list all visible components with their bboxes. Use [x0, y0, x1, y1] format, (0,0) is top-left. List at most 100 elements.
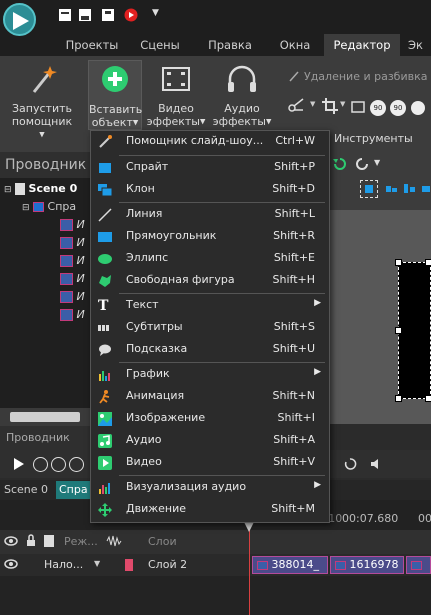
resize-handle[interactable] — [395, 327, 402, 334]
explorer-bottom-tab[interactable]: Проводник пр... — [0, 426, 90, 468]
tab-edit[interactable]: Правка — [198, 34, 262, 56]
menu-item-animation[interactable]: Анимация Shift+N — [91, 386, 329, 408]
scissors-icon[interactable] — [288, 98, 304, 112]
eye-icon[interactable] — [4, 558, 18, 570]
rotate-90-right-button[interactable]: 90 — [390, 100, 406, 116]
undo-icon[interactable] — [332, 156, 348, 172]
redo-dropdown-icon[interactable]: ▼ — [374, 158, 380, 167]
menu-item-slideshow-wizard[interactable]: Помощник слайд-шоу... Ctrl+W — [91, 131, 329, 153]
redo-icon[interactable] — [354, 156, 370, 172]
timeline-scene-tab[interactable]: Scene 0 — [4, 483, 48, 496]
menu-item-sprite[interactable]: Спрайт Shift+P — [91, 157, 329, 179]
markers-icon[interactable] — [69, 457, 84, 472]
menu-item-tooltip[interactable]: Подсказка Shift+U — [91, 339, 329, 361]
menu-item-audio[interactable]: Аудио Shift+A — [91, 430, 329, 452]
tree-row-image[interactable]: И — [60, 252, 85, 270]
app-logo-icon[interactable] — [3, 3, 36, 36]
headphones-icon — [220, 62, 264, 98]
submenu-arrow-icon: ▶ — [314, 480, 321, 490]
align-right-icon[interactable] — [422, 184, 431, 194]
tools-group-label: Инструменты — [334, 132, 413, 145]
rotate-90-left-button[interactable]: 90 — [370, 100, 386, 116]
quick-access-dropdown-icon[interactable]: ▼ — [152, 8, 159, 18]
video-effects-button[interactable]: Видео эффекты▼ — [144, 62, 208, 129]
menu-item-image[interactable]: Изображение Shift+I — [91, 408, 329, 430]
export-icon[interactable] — [101, 8, 115, 22]
scissors-dropdown-icon[interactable]: ▼ — [310, 100, 315, 108]
tree-row-image[interactable]: И — [60, 288, 85, 306]
explorer-tree[interactable]: ⊟ Scene 0 ⊟ Спра И И И И И И — [0, 178, 90, 408]
resize-handle[interactable] — [425, 259, 431, 266]
menu-item-ellipse[interactable]: Эллипс Shift+E — [91, 248, 329, 270]
menu-item-freeform[interactable]: Свободная фигура Shift+H — [91, 270, 329, 292]
flip-icon[interactable] — [410, 100, 426, 116]
menu-item-clone[interactable]: Клон Shift+D — [91, 179, 329, 201]
resize-handle[interactable] — [395, 259, 402, 266]
menu-item-audio-visualization[interactable]: Визуализация аудио ▶ — [91, 477, 329, 499]
volume-icon[interactable] — [370, 458, 384, 470]
collapse-icon[interactable]: ⊟ — [4, 185, 12, 195]
tree-row-scene[interactable]: ⊟ Scene 0 — [4, 180, 77, 198]
tree-row-image[interactable]: И — [60, 216, 85, 234]
animation-icon — [98, 390, 112, 404]
remove-icon[interactable] — [51, 457, 66, 472]
select-icon[interactable] — [360, 180, 378, 198]
save-icon[interactable] — [78, 8, 92, 22]
scene-canvas[interactable] — [320, 210, 431, 424]
layer-color-swatch[interactable] — [125, 559, 133, 571]
crop-dropdown-icon[interactable]: ▼ — [340, 100, 345, 108]
layers-header: Слои — [148, 535, 177, 548]
tree-row-sprite[interactable]: ⊟ Спра — [22, 198, 76, 216]
timeline-clip[interactable]: 388014_ — [252, 556, 328, 574]
tree-row-image[interactable]: И — [60, 306, 85, 324]
align-left-icon[interactable] — [386, 184, 398, 194]
layer-color-icon[interactable] — [44, 535, 54, 547]
add-icon[interactable] — [33, 457, 48, 472]
menu-item-line[interactable]: Линия Shift+L — [91, 204, 329, 226]
tree-row-image[interactable]: И — [60, 234, 85, 252]
menu-item-text[interactable]: T Текст ▶ — [91, 295, 329, 317]
collapse-icon[interactable]: ⊟ — [22, 203, 30, 213]
menu-item-motion[interactable]: Движение Shift+M — [91, 499, 329, 521]
selected-object-preview[interactable] — [395, 259, 431, 402]
play-icon[interactable] — [13, 458, 25, 470]
resize-handle[interactable] — [395, 395, 402, 402]
new-project-icon[interactable] — [58, 8, 72, 22]
lock-icon[interactable] — [26, 534, 36, 547]
timeline-empty-area[interactable] — [0, 576, 431, 615]
loop-icon[interactable] — [343, 457, 357, 471]
tab-editor[interactable]: Редактор — [324, 34, 400, 56]
menu-item-video[interactable]: Видео Shift+V — [91, 452, 329, 474]
menu-item-rectangle[interactable]: Прямоугольник Shift+R — [91, 226, 329, 248]
rotate-left-icon[interactable] — [350, 98, 366, 114]
timeline-clip[interactable]: 1616978 — [330, 556, 404, 574]
freeform-icon — [98, 274, 112, 288]
align-center-icon[interactable] — [404, 184, 416, 194]
blend-mode-dropdown-icon[interactable]: ▼ — [94, 559, 100, 568]
delete-split-button[interactable]: Удаление и разбивка — [304, 70, 427, 83]
submenu-arrow-icon: ▶ — [314, 367, 321, 377]
tab-scenes[interactable]: Сцены — [130, 34, 190, 56]
explorer-horizontal-scrollbar[interactable] — [0, 408, 90, 426]
video-icon — [98, 456, 112, 470]
tree-row-image[interactable]: И — [60, 270, 85, 288]
insert-object-button[interactable]: Вставить объект▼ — [88, 60, 142, 130]
audio-effects-button[interactable]: Аудио эффекты▼ — [210, 62, 274, 129]
crop-icon[interactable] — [322, 98, 338, 114]
scrollbar-thumb[interactable] — [10, 412, 80, 422]
timeline-sprite-tab[interactable]: Спра — [56, 481, 90, 499]
tab-windows[interactable]: Окна — [270, 34, 320, 56]
video-effects-label-1: Видео — [158, 102, 194, 115]
tab-export[interactable]: Эк — [408, 34, 431, 56]
menu-item-label: График — [126, 367, 170, 380]
resize-handle[interactable] — [425, 395, 431, 402]
eye-icon[interactable] — [4, 535, 18, 547]
menu-item-chart[interactable]: График ▶ — [91, 364, 329, 386]
timeline-clip[interactable] — [406, 556, 431, 574]
playhead-line[interactable] — [249, 530, 250, 615]
play-icon[interactable] — [124, 8, 138, 22]
blend-mode-value[interactable]: Нало... — [44, 558, 83, 571]
tab-projects[interactable]: Проекты — [58, 34, 126, 56]
start-wizard-button[interactable]: Запустить помощник ▼ — [8, 62, 76, 142]
menu-item-subtitles[interactable]: Субтитры Shift+S — [91, 317, 329, 339]
